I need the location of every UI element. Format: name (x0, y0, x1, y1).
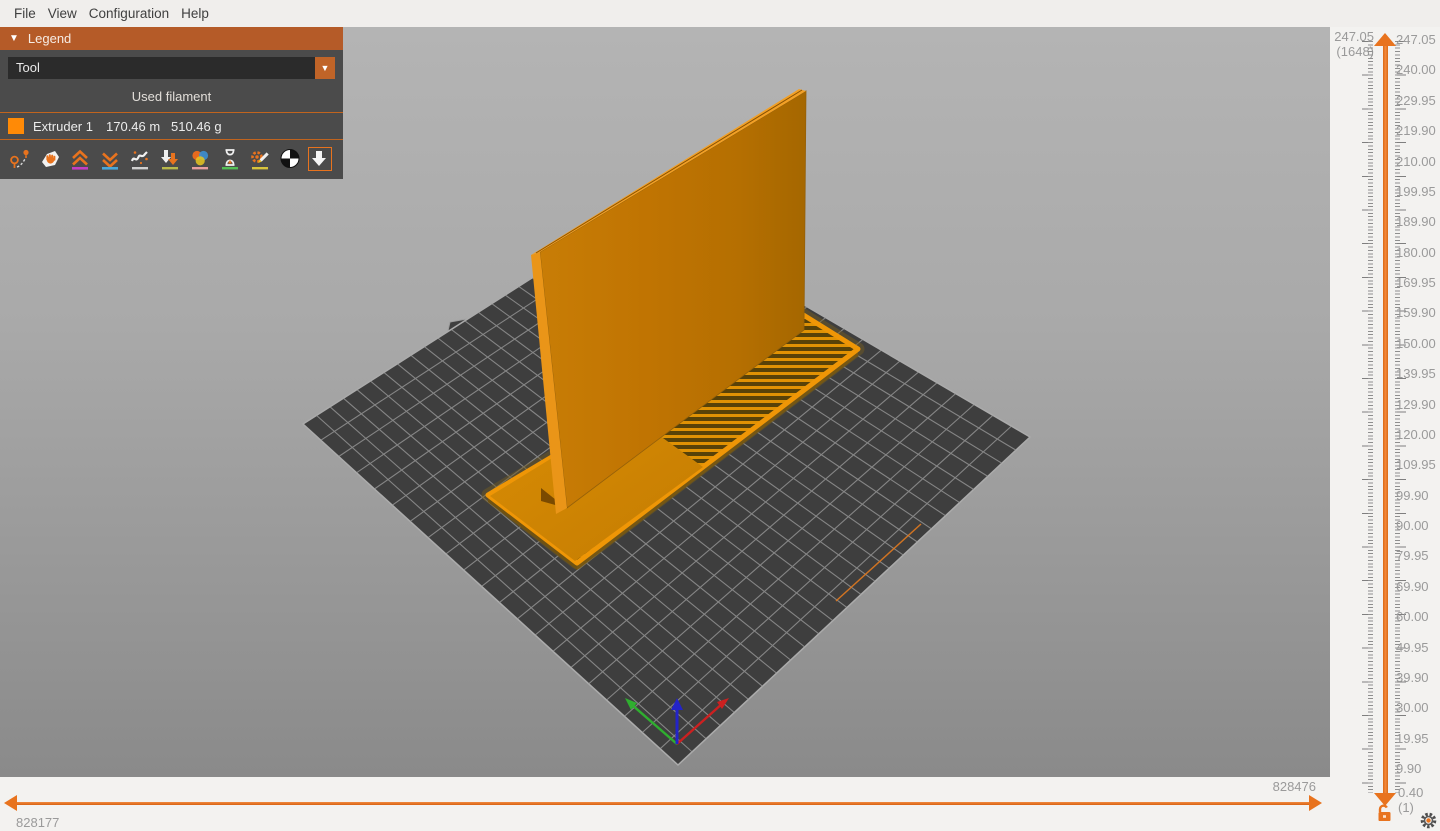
layer-tick-label: 109.95 (1396, 450, 1440, 480)
layer-ruler-labels: 247.05240.00229.95219.90210.00199.95189.… (1396, 25, 1440, 784)
layer-tick-label: 90.00 (1396, 511, 1440, 541)
used-weight: 510.46 g (171, 119, 222, 134)
retractions-icon[interactable] (68, 147, 92, 171)
used-length: 170.46 m (106, 119, 162, 134)
deretractions-icon[interactable] (98, 147, 122, 171)
menu-item[interactable]: Help (175, 6, 215, 21)
layer-slider-bottom-value: 0.40 (1398, 785, 1423, 800)
extruder-name: Extruder 1 (33, 119, 97, 134)
menu-item[interactable]: Configuration (83, 6, 175, 21)
pause-prints-icon[interactable] (218, 147, 242, 171)
center-of-gravity-icon[interactable] (278, 147, 302, 171)
legend-header[interactable]: ▼ Legend (0, 27, 343, 50)
view-type-dropdown[interactable]: Tool ▼ (8, 57, 335, 79)
tool-marker-icon[interactable] (308, 147, 332, 171)
layer-tick-label: 247.05 (1396, 25, 1440, 55)
layer-tick-label: 60.00 (1396, 602, 1440, 632)
legend-panel: ▼ Legend Tool ▼ Used filament Extruder 1… (0, 27, 343, 179)
layer-slider-top-thumb[interactable] (1374, 33, 1396, 46)
layer-tick-label: 120.00 (1396, 420, 1440, 450)
layer-tick-label: 19.95 (1396, 724, 1440, 754)
move-slider-right-thumb[interactable] (1309, 795, 1322, 811)
extruder-row: Extruder 1 170.46 m 510.46 g (0, 113, 343, 139)
layer-tick-label: 219.90 (1396, 116, 1440, 146)
layer-tick-label: 150.00 (1396, 329, 1440, 359)
custom-gcodes-icon[interactable] (248, 147, 272, 171)
move-slider-left-thumb[interactable] (4, 795, 17, 811)
layer-tick-label: 139.95 (1396, 359, 1440, 389)
menu-bar: FileViewConfigurationHelp (0, 0, 1440, 27)
layer-tick-label: 30.00 (1396, 693, 1440, 723)
layer-tick-label: 79.95 (1396, 541, 1440, 571)
gear-icon[interactable] (1419, 811, 1438, 830)
move-slider-track[interactable] (15, 802, 1312, 805)
seams-icon[interactable] (128, 147, 152, 171)
layer-slider-track[interactable] (1383, 41, 1388, 793)
layer-tick-label: 159.90 (1396, 298, 1440, 328)
lock-icon[interactable] (1375, 803, 1395, 823)
3d-viewport[interactable]: ▼ Legend Tool ▼ Used filament Extruder 1… (0, 27, 1330, 777)
dropdown-arrow-button[interactable]: ▼ (315, 57, 335, 79)
layer-tick-label: 69.90 (1396, 572, 1440, 602)
layer-tick-label: 189.90 (1396, 207, 1440, 237)
extruder-color-swatch (8, 118, 24, 134)
used-filament-header: Used filament (8, 89, 335, 112)
legend-title: Legend (28, 31, 71, 46)
menu-item[interactable]: File (8, 6, 42, 21)
layer-tick-label: 99.90 (1396, 481, 1440, 511)
layer-tick-label: 169.95 (1396, 268, 1440, 298)
layer-tick-label: 240.00 (1396, 55, 1440, 85)
color-changes-icon[interactable] (188, 147, 212, 171)
layer-tick-label: 180.00 (1396, 238, 1440, 268)
legend-toolbar (0, 140, 343, 179)
layer-tick-label: 9.90 (1396, 754, 1440, 784)
travels-icon[interactable] (8, 147, 32, 171)
layer-slider-bottom-layer: (1) (1398, 800, 1414, 815)
menu-item[interactable]: View (42, 6, 83, 21)
layer-tick-label: 229.95 (1396, 86, 1440, 116)
layer-slider-current-value: 247.05 (1648) (1326, 29, 1374, 59)
layer-tick-label: 210.00 (1396, 147, 1440, 177)
layer-tick-label: 39.90 (1396, 663, 1440, 693)
move-slider-right-value: 828476 (1240, 779, 1316, 794)
wipes-icon[interactable] (38, 147, 62, 171)
collapse-triangle-icon: ▼ (9, 33, 19, 44)
layer-ruler-ticks-left (1368, 41, 1373, 793)
view-type-value: Tool (8, 57, 315, 79)
layer-tick-label: 129.90 (1396, 390, 1440, 420)
layer-tick-label: 199.95 (1396, 177, 1440, 207)
tool-changes-icon[interactable] (158, 147, 182, 171)
layer-tick-label: 49.95 (1396, 633, 1440, 663)
layer-ruler-ticks-left-major (1362, 41, 1371, 793)
move-slider-left-value: 828177 (16, 815, 59, 830)
